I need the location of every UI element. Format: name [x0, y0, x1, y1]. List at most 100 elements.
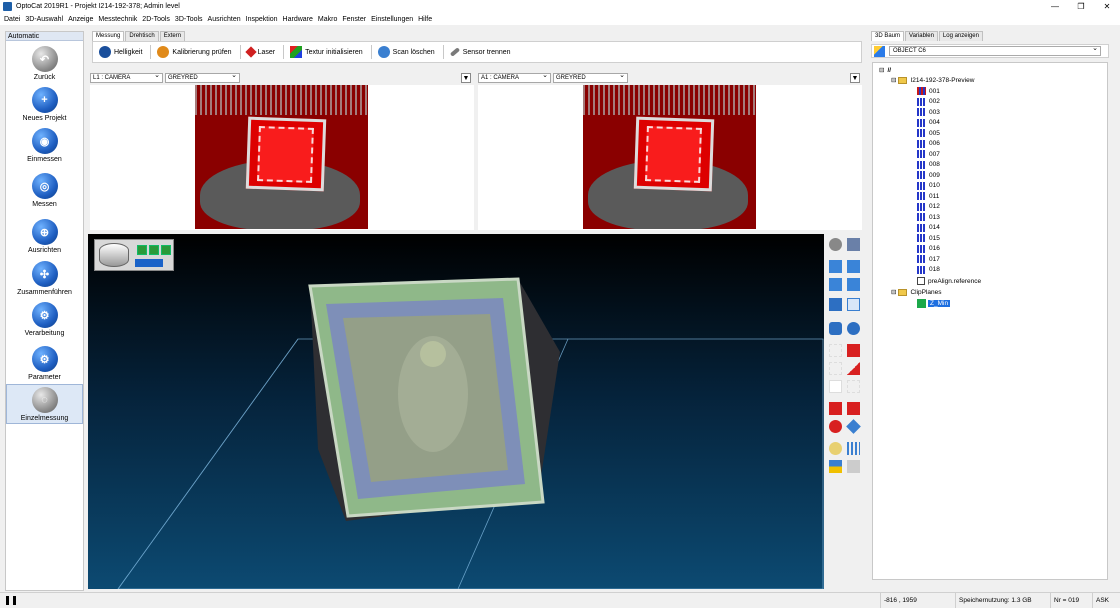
tab-messung[interactable]: Messung: [92, 31, 125, 41]
grid-icon[interactable]: [847, 442, 860, 455]
tab-log-anzeigen[interactable]: Log anzeigen: [938, 31, 983, 41]
clip-blob-icon[interactable]: [829, 420, 842, 433]
menu-hilfe[interactable]: Hilfe: [418, 16, 432, 23]
axis-icon[interactable]: [847, 460, 860, 473]
nav-verarbeitung-button[interactable]: ⚙ Verarbeitung: [6, 300, 83, 340]
tree-project-node[interactable]: ⊟ I214-192-378-Preview: [891, 75, 974, 85]
crop-icon[interactable]: [847, 402, 860, 415]
tree-expander[interactable]: ⊟: [891, 76, 896, 84]
select-fill-icon[interactable]: [847, 344, 860, 357]
sensor-rotate-icon[interactable]: [161, 245, 171, 255]
tree-scan-item[interactable]: 014: [917, 223, 940, 233]
cube-back-icon[interactable]: [847, 260, 860, 273]
cube-front-icon[interactable]: [829, 260, 842, 273]
left-mode-select[interactable]: GREYRED: [165, 72, 240, 83]
tree-scan-item[interactable]: 001: [917, 86, 940, 96]
left-camera-select[interactable]: L1 : CAMERA: [90, 72, 163, 83]
tab-3d-baum[interactable]: 3D Baum: [871, 31, 905, 41]
diamond-icon[interactable]: [846, 419, 861, 434]
tree-clipplanes-node[interactable]: ⊟ ClipPlanes: [891, 287, 942, 297]
tree-scan-item[interactable]: 007: [917, 149, 940, 159]
nav-einzelmessung-button[interactable]: ◌ Einzelmessung: [6, 384, 83, 424]
right-camera-select[interactable]: A1 : CAMERA: [478, 72, 551, 83]
scan-loeschen-button[interactable]: Scan löschen: [377, 46, 435, 58]
nav-zurueck-button[interactable]: ↶ Zurück: [6, 44, 83, 84]
shaded-render-icon[interactable]: [847, 322, 860, 335]
nav-neues-projekt-button[interactable]: + Neues Projekt: [6, 85, 83, 125]
pan-icon[interactable]: [829, 298, 842, 311]
tab-variablen[interactable]: Variablen: [905, 31, 938, 41]
tree-scan-item[interactable]: 016: [917, 244, 940, 254]
menu-3d-auswahl[interactable]: 3D-Auswahl: [25, 16, 63, 23]
settings-gear-icon[interactable]: [847, 238, 860, 251]
palette-icon[interactable]: [829, 442, 842, 455]
menu-datei[interactable]: Datei: [4, 16, 20, 23]
sensor-down-icon[interactable]: [137, 245, 147, 255]
tab-extern[interactable]: Extern: [159, 31, 186, 41]
reset-view-icon[interactable]: [829, 238, 842, 251]
solid-render-icon[interactable]: [829, 322, 842, 335]
zoom-icon[interactable]: [847, 298, 860, 311]
menu-fenster[interactable]: Fenster: [342, 16, 366, 23]
sensor-slider[interactable]: [135, 259, 163, 267]
object-select[interactable]: OBJECT C6: [889, 45, 1101, 56]
3d-viewport[interactable]: [88, 234, 824, 589]
menu-messtechnik[interactable]: Messtechnik: [98, 16, 137, 23]
tab-drehtisch[interactable]: Drehtisch: [125, 31, 159, 41]
nav-ausrichten-button[interactable]: ⊕ Ausrichten: [6, 217, 83, 257]
maximize-button[interactable]: ❐: [1068, 0, 1094, 13]
right-panel-menu-arrow[interactable]: ▼: [850, 73, 860, 83]
tree-expander[interactable]: ⊟: [891, 288, 896, 296]
close-button[interactable]: ✕: [1094, 0, 1120, 13]
main-view-area: Messung Drehtisch Extern Helligkeit Kali…: [88, 31, 863, 589]
left-panel-menu-arrow[interactable]: ▼: [461, 73, 471, 83]
menu-anzeige[interactable]: Anzeige: [68, 16, 93, 23]
tree-scan-item[interactable]: 018: [917, 265, 940, 275]
tree-scan-item[interactable]: 015: [917, 233, 940, 243]
menu-3d-tools[interactable]: 3D-Tools: [175, 16, 203, 23]
menu-ausrichten[interactable]: Ausrichten: [208, 16, 241, 23]
cube-right-icon[interactable]: [847, 278, 860, 291]
menu-makro[interactable]: Makro: [318, 16, 337, 23]
layer-icon[interactable]: [829, 460, 842, 473]
tree-scan-item[interactable]: 009: [917, 170, 940, 180]
menu-einstellungen[interactable]: Einstellungen: [371, 16, 413, 23]
menu-hardware[interactable]: Hardware: [283, 16, 313, 23]
cube-left-icon[interactable]: [829, 278, 842, 291]
sensor-grid-icon[interactable]: [149, 245, 159, 255]
laser-button[interactable]: Laser: [244, 46, 275, 58]
tree-scan-item[interactable]: 006: [917, 139, 940, 149]
tree-scan-item[interactable]: 002: [917, 97, 940, 107]
select-triangle-icon[interactable]: [847, 362, 860, 375]
tree-reference-item[interactable]: preAlign.reference: [917, 276, 981, 286]
tree-root[interactable]: ⊟ //: [879, 65, 891, 75]
kalibrierung-pruefen-button[interactable]: Kalibrierung prüfen: [157, 46, 232, 58]
nav-zusammenfuehren-button[interactable]: ✣ Zusammenführen: [6, 259, 83, 299]
tree-scan-item[interactable]: 011: [917, 191, 939, 201]
select-poly-icon[interactable]: [829, 362, 842, 375]
clear-selection-icon[interactable]: [847, 380, 860, 393]
menu-inspektion[interactable]: Inspektion: [246, 16, 278, 23]
nav-messen-button[interactable]: ◎ Messen: [6, 171, 83, 211]
tree-scan-item[interactable]: 004: [917, 118, 940, 128]
tree-scan-item[interactable]: 012: [917, 202, 940, 212]
right-mode-select[interactable]: GREYRED: [553, 72, 628, 83]
nav-einmessen-button[interactable]: ◉ Einmessen: [6, 126, 83, 166]
tree-scan-item[interactable]: 017: [917, 254, 940, 264]
tree-scan-item[interactable]: 003: [917, 107, 940, 117]
delete-selected-icon[interactable]: [829, 402, 842, 415]
select-rect-icon[interactable]: [829, 344, 842, 357]
tree-zmin-item[interactable]: Z_Min: [917, 298, 951, 308]
add-selection-icon[interactable]: [829, 380, 842, 393]
minimize-button[interactable]: —: [1042, 0, 1068, 13]
helligkeit-button[interactable]: Helligkeit: [99, 46, 142, 58]
tree-scan-item[interactable]: 010: [917, 181, 940, 191]
tree-scan-item[interactable]: 013: [917, 212, 940, 222]
sensor-trennen-button[interactable]: Sensor trennen: [449, 47, 511, 57]
tree-scan-item[interactable]: 005: [917, 128, 940, 138]
textur-initialisieren-button[interactable]: Textur initialisieren: [290, 46, 363, 58]
nav-parameter-button[interactable]: ⚙ Parameter: [6, 344, 83, 384]
menu-2d-tools[interactable]: 2D-Tools: [142, 16, 170, 23]
tree-expander[interactable]: ⊟: [879, 66, 884, 74]
tree-scan-item[interactable]: 008: [917, 160, 940, 170]
